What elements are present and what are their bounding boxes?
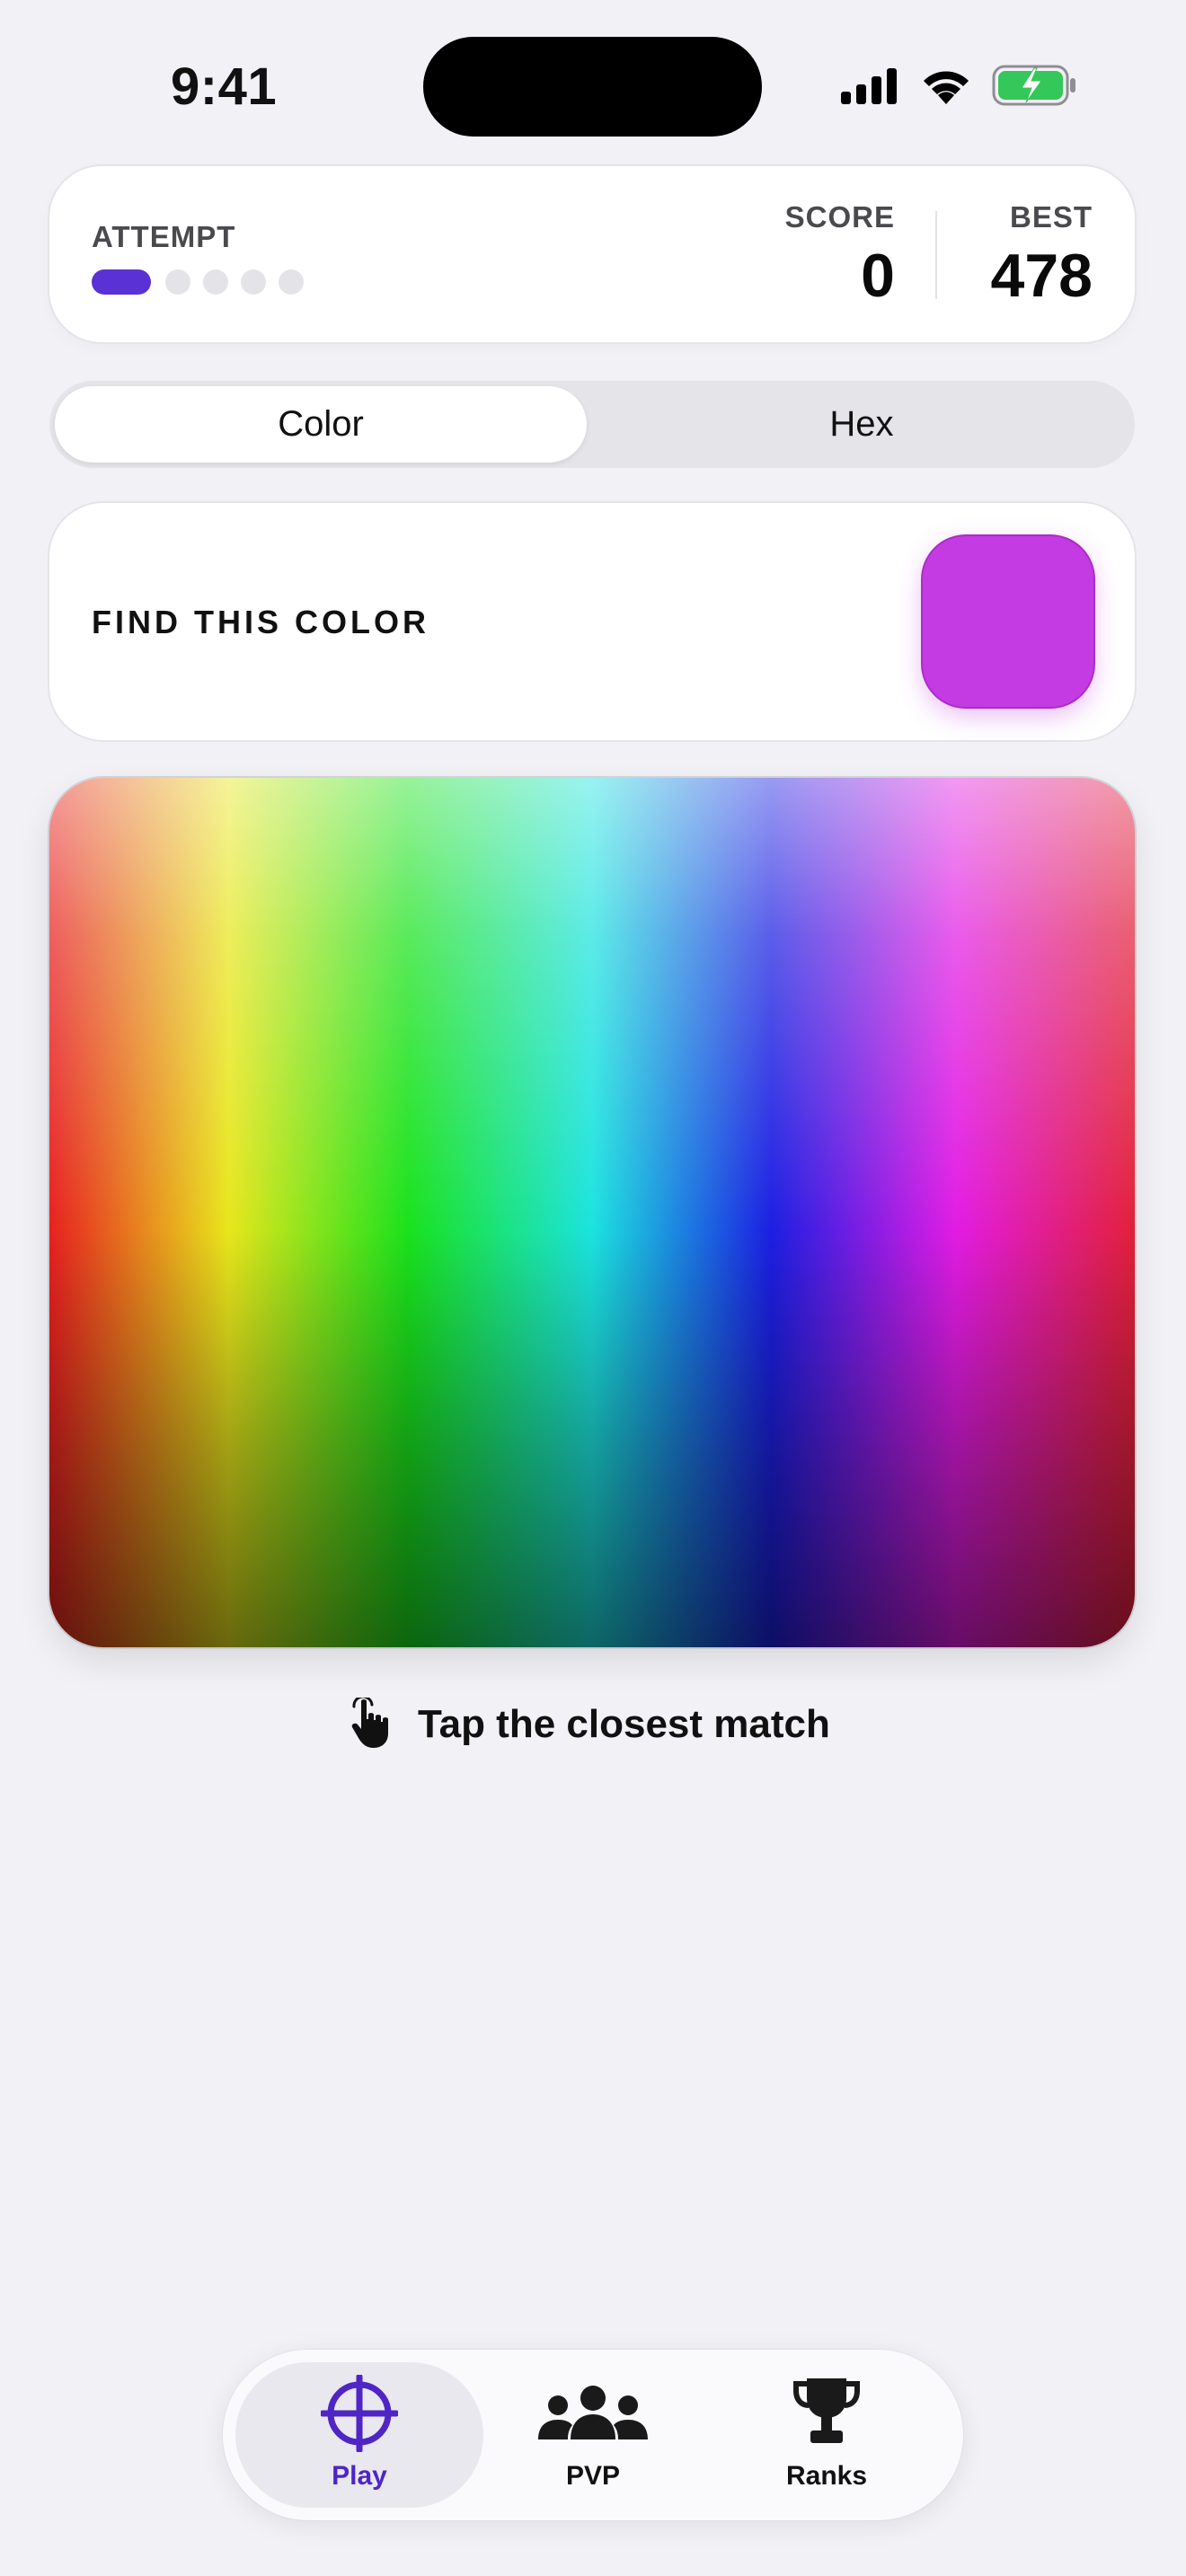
crosshair-icon (321, 2375, 398, 2452)
trophy-icon (793, 2378, 860, 2443)
tab-play-label: Play (332, 2461, 387, 2491)
best-label: BEST (1009, 200, 1093, 234)
attempt-indicator (241, 269, 266, 295)
target-label: FIND THIS COLOR (92, 604, 429, 640)
mode-segmented-control: Color Hex (49, 381, 1135, 468)
target-color-swatch (923, 536, 1093, 707)
tab-bar: Play PVP Ranks (223, 2350, 963, 2520)
tab-pvp-label: PVP (565, 2461, 621, 2491)
tab-ranks-label: Ranks (785, 2461, 868, 2491)
color-picker-field[interactable] (49, 778, 1135, 1647)
attempt-indicator (203, 269, 228, 295)
segment-hex[interactable]: Hex (594, 386, 1129, 463)
battery-charging-icon (992, 65, 1075, 106)
attempt-indicator-current (92, 269, 151, 295)
attempt-label: ATTEMPT (92, 220, 236, 253)
dynamic-island (423, 37, 762, 137)
pointing-hand-icon (351, 1698, 388, 1748)
target-card: FIND THIS COLOR (49, 503, 1135, 740)
score-label: SCORE (784, 200, 895, 234)
score-value: 0 (861, 242, 895, 310)
score-card: ATTEMPT SCORE 0 BEST 478 (49, 166, 1135, 342)
attempt-indicator (165, 269, 190, 295)
cellular-signal-icon (841, 68, 897, 104)
best-value: 478 (990, 242, 1093, 310)
hint-text: Tap the closest match (418, 1702, 830, 1746)
attempt-indicator (279, 269, 304, 295)
people-icon (538, 2386, 648, 2439)
tab-ranks[interactable]: Ranks (703, 2362, 951, 2508)
tab-play[interactable]: Play (235, 2362, 483, 2508)
status-time: 9:41 (171, 57, 278, 116)
wifi-icon (924, 71, 969, 104)
divider (935, 211, 937, 299)
segment-color[interactable]: Color (55, 386, 587, 463)
tab-pvp[interactable]: PVP (469, 2362, 717, 2508)
